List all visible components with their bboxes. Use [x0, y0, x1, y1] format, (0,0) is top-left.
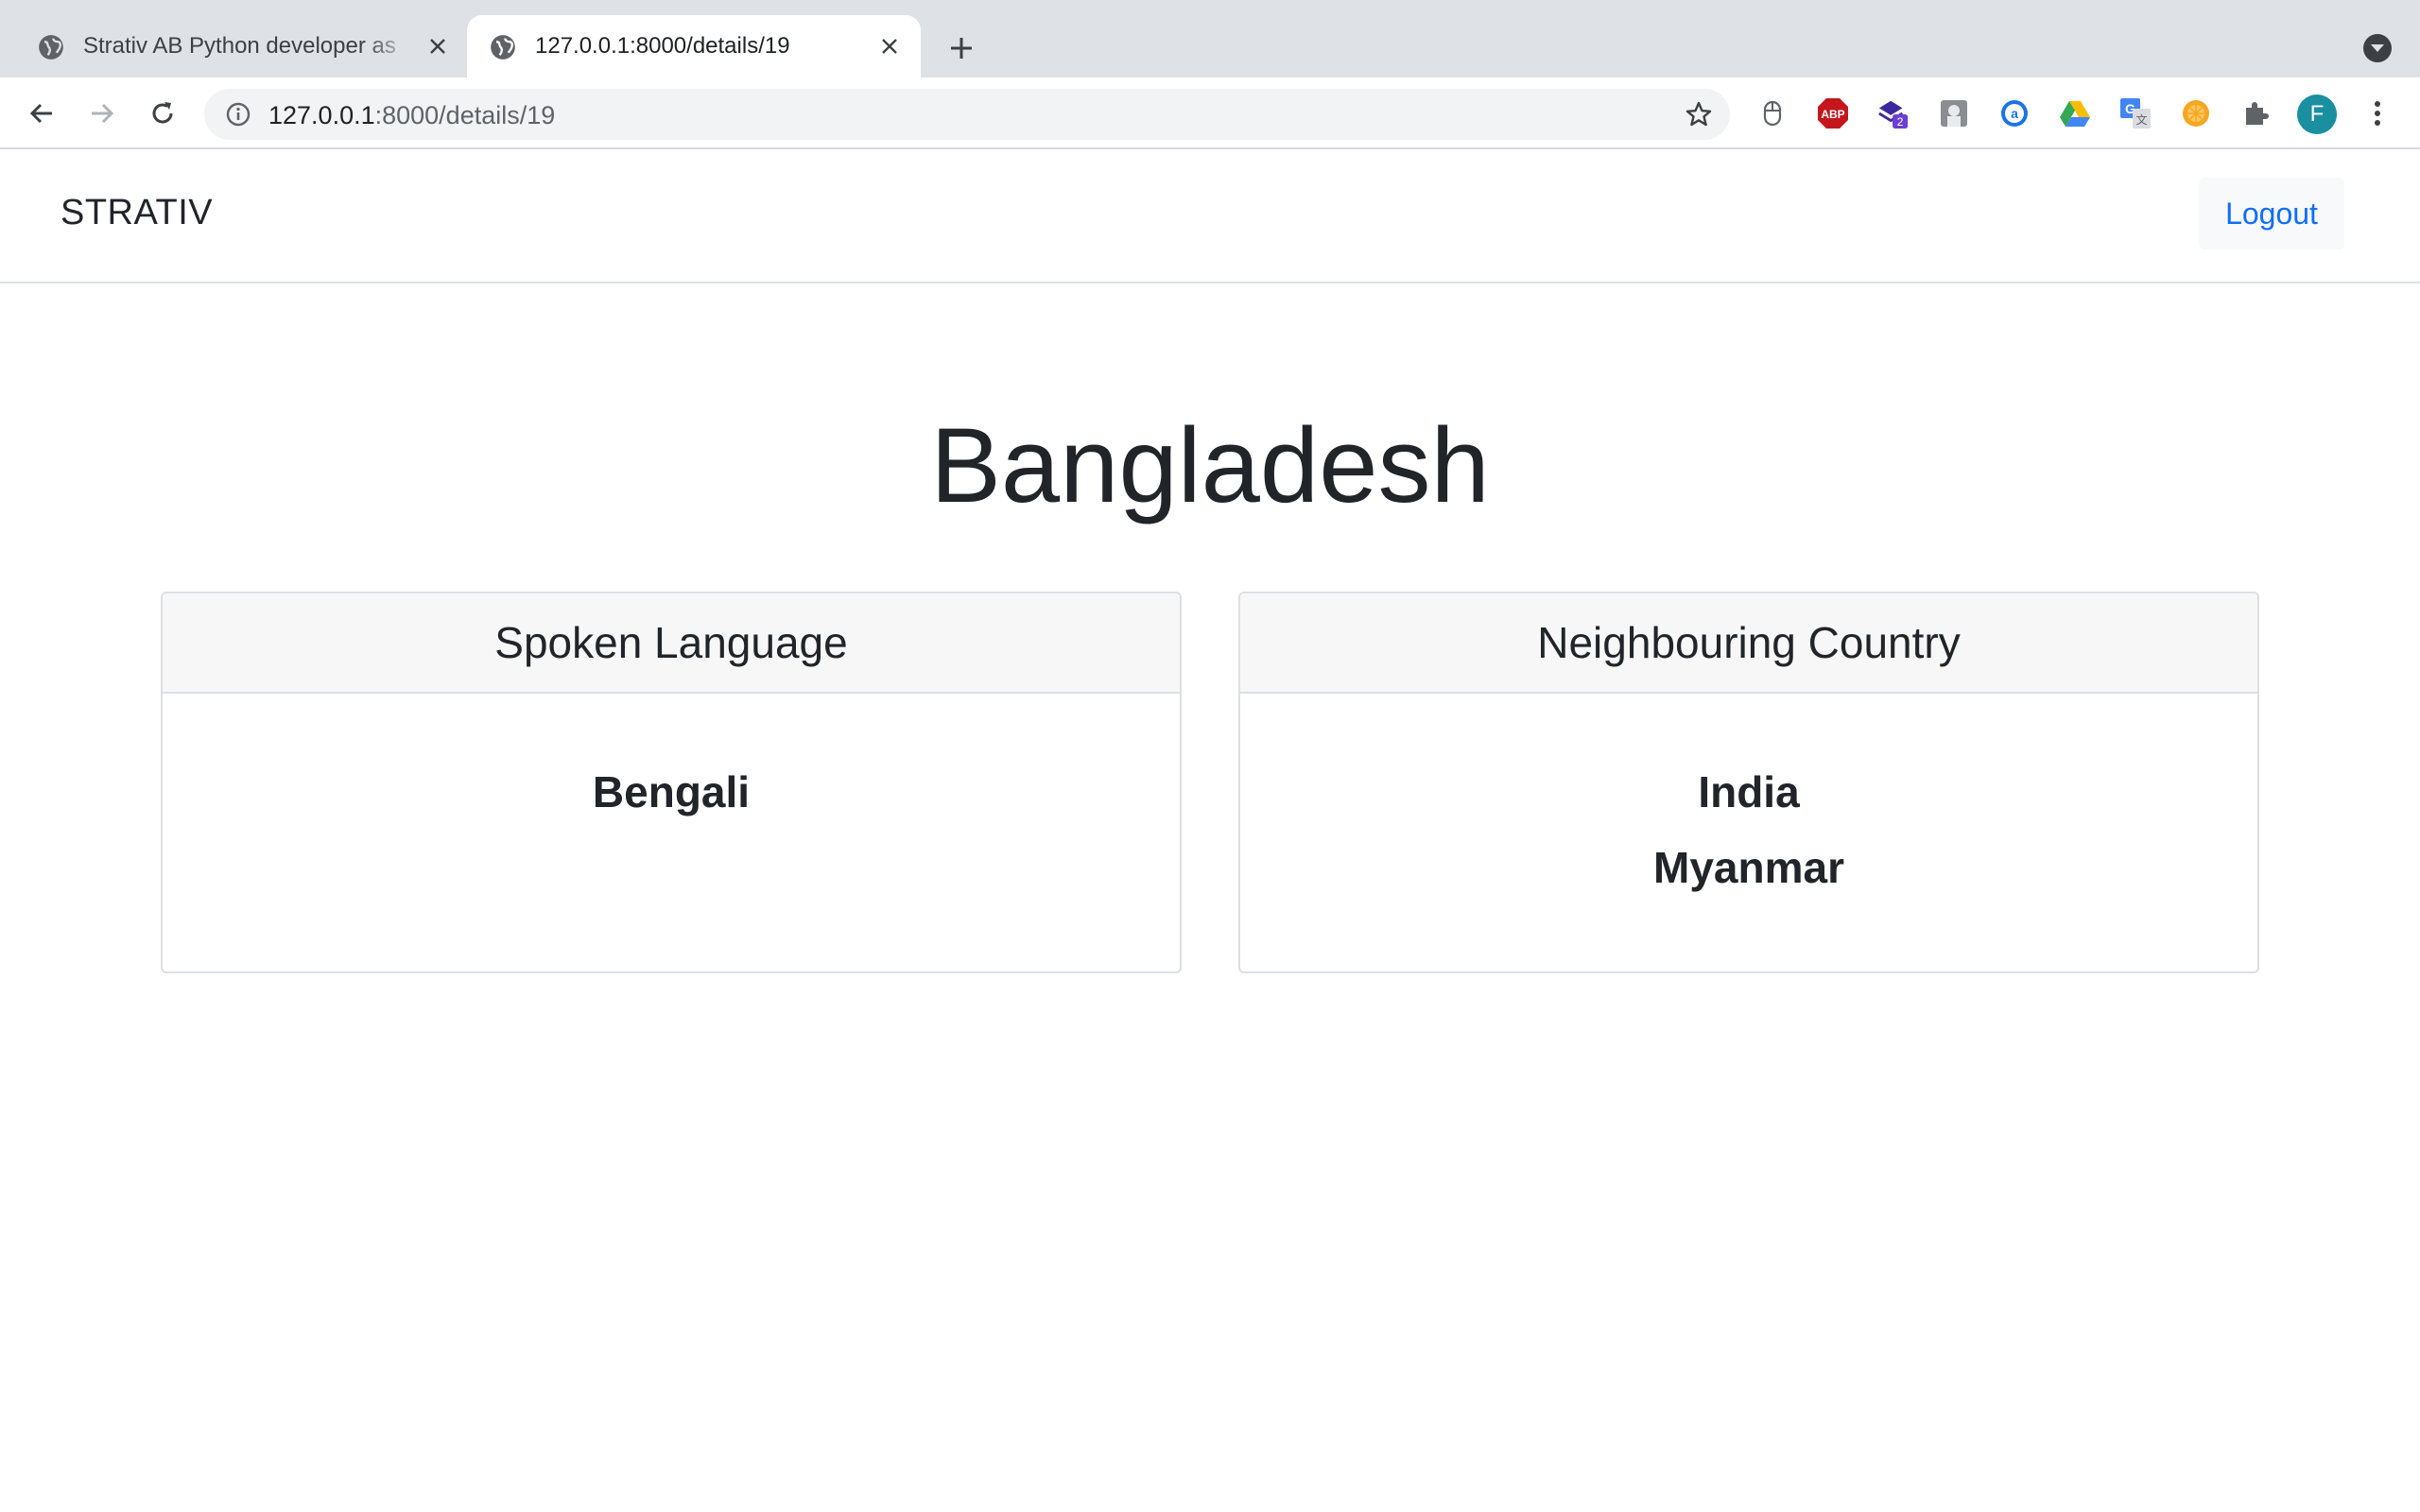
back-button[interactable]	[23, 94, 60, 132]
url-path: :8000/details/19	[374, 101, 556, 129]
address-bar[interactable]: 127.0.0.1:8000/details/19	[204, 89, 1730, 140]
card-header: Spoken Language	[163, 593, 1180, 694]
chevron-down-icon	[2371, 44, 2384, 52]
logout-button[interactable]: Logout	[2199, 178, 2344, 249]
info-icon[interactable]	[225, 101, 251, 128]
bookmark-star-icon[interactable]	[1685, 100, 1713, 129]
reload-button[interactable]	[144, 94, 182, 132]
tab-title: 127.0.0.1:8000/details/19	[535, 33, 790, 59]
card-body: India Myanmar	[1240, 694, 2257, 905]
new-tab-button[interactable]	[945, 32, 977, 64]
close-tab-icon[interactable]	[877, 34, 902, 59]
menu-kebab-icon[interactable]	[2361, 97, 2394, 129]
globe-icon	[39, 35, 63, 60]
language-item: Bengali	[592, 767, 751, 816]
reload-icon	[152, 102, 173, 124]
tab-strip: Strativ AB Python developer as 127.0.0.1…	[0, 0, 2420, 77]
neighbour-item: India	[1698, 767, 1800, 816]
puzzle-icon[interactable]	[2240, 97, 2273, 129]
adblock-label: ABP	[1821, 108, 1844, 121]
stack-icon[interactable]: 2	[1877, 97, 1910, 129]
page-content: STRATIV Logout Bangladesh Spoken Languag…	[0, 149, 2420, 1512]
extension-badge: 2	[1897, 115, 1904, 129]
plus-icon	[951, 38, 972, 59]
brand-link[interactable]: STRATIV	[60, 193, 213, 233]
drive-icon[interactable]	[2059, 97, 2091, 129]
card-body: Bengali	[163, 694, 1180, 830]
site-navbar: STRATIV Logout	[0, 149, 2420, 284]
translate-icon[interactable]: G文	[2119, 97, 2152, 129]
spoken-language-card: Spoken Language Bengali	[161, 592, 1182, 973]
orange-icon[interactable]	[2180, 97, 2212, 129]
reader-icon[interactable]	[1938, 97, 1970, 129]
forward-button[interactable]	[83, 94, 121, 132]
svg-text:文: 文	[2135, 112, 2147, 127]
arrow-left-icon	[29, 103, 52, 124]
svg-text:a: a	[2011, 106, 2018, 121]
arrow-right-icon	[92, 103, 114, 124]
close-tab-icon[interactable]	[425, 34, 450, 59]
tab-details[interactable]: 127.0.0.1:8000/details/19	[467, 15, 921, 77]
mouse-icon[interactable]	[1756, 97, 1789, 129]
card-header: Neighbouring Country	[1240, 593, 2257, 694]
tab-strativ[interactable]: Strativ AB Python developer as	[0, 15, 467, 77]
browser-toolbar: 127.0.0.1:8000/details/19 ABP 2 a G文 F	[0, 77, 2420, 149]
globe-icon	[491, 35, 515, 60]
tab-search-button[interactable]	[2363, 34, 2392, 62]
url-text: 127.0.0.1:8000/details/19	[268, 101, 555, 130]
neighbour-item: Myanmar	[1653, 843, 1844, 892]
country-title: Bangladesh	[930, 406, 1490, 524]
neighbouring-country-card: Neighbouring Country India Myanmar	[1238, 592, 2259, 973]
url-host: 127.0.0.1	[268, 101, 375, 129]
profile-avatar[interactable]: F	[2297, 94, 2337, 134]
tab-title: Strativ AB Python developer as	[83, 33, 396, 59]
adblock-icon[interactable]: ABP	[1817, 97, 1849, 129]
a-icon[interactable]: a	[1998, 97, 2031, 129]
profile-initial: F	[2309, 101, 2325, 127]
